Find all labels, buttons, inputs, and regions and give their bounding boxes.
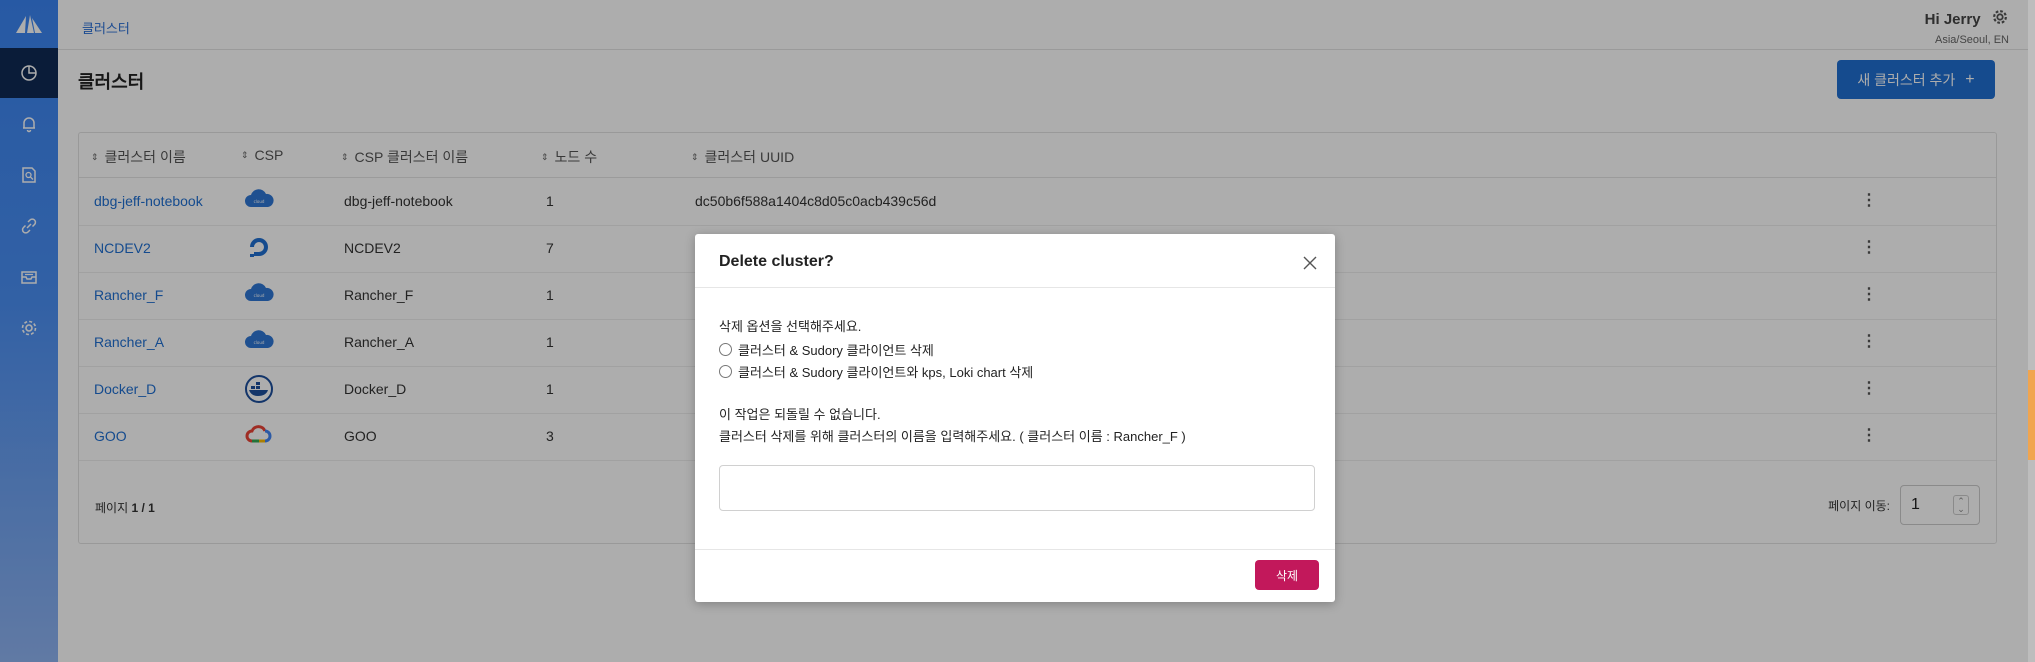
confirm-instruction: 클러스터 삭제를 위해 클러스터의 이름을 입력해주세요. ( 클러스터 이름 … <box>719 429 1186 444</box>
dialog-title: Delete cluster? <box>719 253 834 270</box>
dialog-footer: 삭제 <box>695 549 1335 602</box>
dialog-header: Delete cluster? <box>695 234 1335 288</box>
radio-button[interactable] <box>719 364 732 378</box>
radio-label: 클러스터 & Sudory 클라이언트와 kps, Loki chart 삭제 <box>738 364 1034 380</box>
close-icon[interactable] <box>1303 256 1317 270</box>
delete-option-cluster-sudory[interactable]: 클러스터 & Sudory 클라이언트 삭제 <box>719 338 1311 360</box>
edge-accent <box>2028 370 2035 460</box>
delete-option-cluster-sudory-kps-loki[interactable]: 클러스터 & Sudory 클라이언트와 kps, Loki chart 삭제 <box>719 360 1311 382</box>
delete-cluster-dialog: Delete cluster? 삭제 옵션을 선택해주세요. 클러스터 & Su… <box>695 234 1335 602</box>
radio-button[interactable] <box>719 342 732 356</box>
radio-label: 클러스터 & Sudory 클라이언트 삭제 <box>738 342 934 358</box>
irreversible-warning: 이 작업은 되돌릴 수 없습니다. <box>719 407 881 422</box>
dialog-body: 삭제 옵션을 선택해주세요. 클러스터 & Sudory 클라이언트 삭제 클러… <box>719 316 1311 448</box>
window-edge <box>2028 0 2035 662</box>
delete-option-prompt: 삭제 옵션을 선택해주세요. <box>719 319 862 334</box>
cluster-name-confirm-input[interactable] <box>719 465 1315 511</box>
app-root: 클러스터 Hi Jerry Asia/Seoul, EN 클러스터 새 클러스터… <box>0 0 2035 662</box>
delete-button[interactable]: 삭제 <box>1255 560 1319 590</box>
